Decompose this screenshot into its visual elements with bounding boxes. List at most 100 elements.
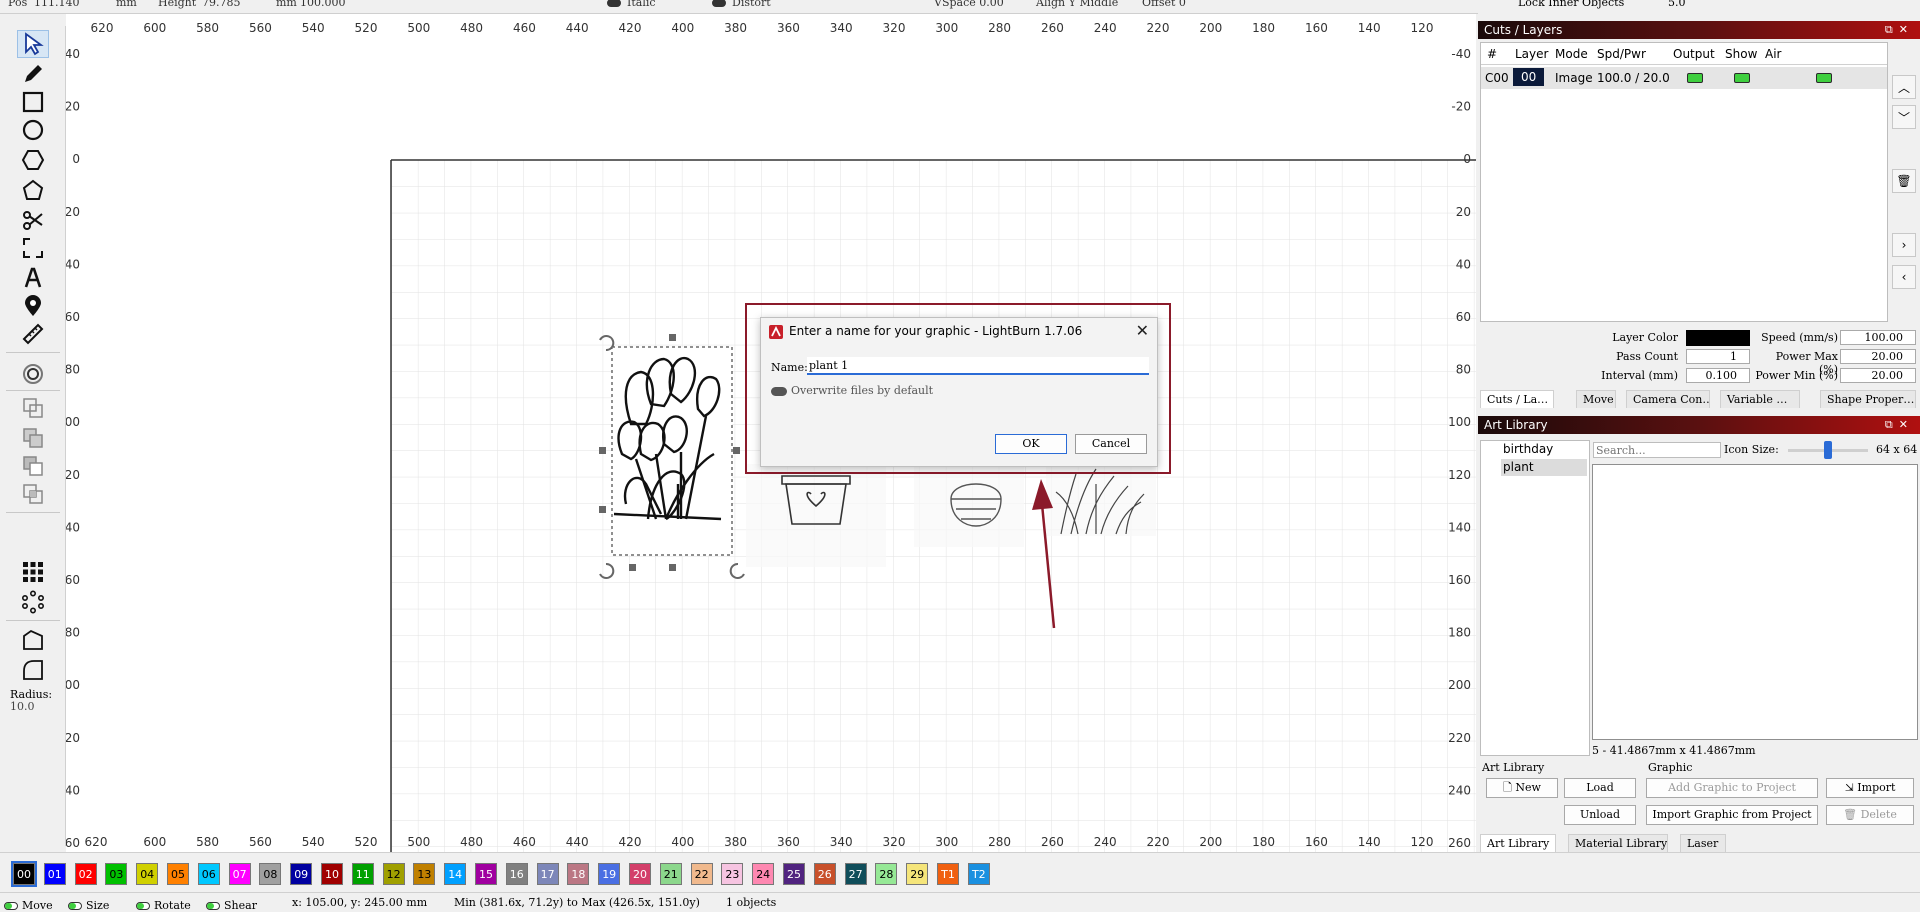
draw-lines-tool[interactable]: [17, 60, 49, 88]
layer-swatch[interactable]: 00: [1513, 68, 1545, 86]
basket-graphic[interactable]: [746, 464, 886, 567]
palette-swatch-12[interactable]: 12: [382, 863, 405, 885]
palette-swatch-T1[interactable]: T1: [937, 863, 959, 885]
palette-swatch-T2[interactable]: T2: [967, 863, 990, 885]
scale-value[interactable]: 100.000: [300, 0, 346, 9]
radius-input[interactable]: 10.0: [10, 700, 62, 714]
boolean-union-tool[interactable]: [17, 424, 49, 452]
vspace-label[interactable]: VSpace 0.00: [934, 0, 1004, 9]
tab-material-library[interactable]: Material Library: [1568, 834, 1668, 852]
cancel-button[interactable]: Cancel: [1075, 434, 1147, 454]
palette-swatch-08[interactable]: 08: [259, 863, 282, 885]
load-library-button[interactable]: Load: [1564, 778, 1636, 798]
move-layer-up-button[interactable]: ︿: [1892, 75, 1916, 99]
italic-toggle[interactable]: Italic: [607, 0, 656, 9]
fillet-tool[interactable]: [17, 656, 49, 684]
palette-swatch-22[interactable]: 22: [690, 863, 713, 885]
boolean-subtract-tool[interactable]: [17, 452, 49, 480]
palette-swatch-24[interactable]: 24: [752, 863, 775, 885]
height-value[interactable]: 79.785: [202, 0, 241, 9]
air-toggle[interactable]: [1816, 73, 1832, 83]
palette-swatch-18[interactable]: 18: [567, 863, 590, 885]
shear-toggle[interactable]: Shear: [206, 896, 257, 912]
palette-swatch-23[interactable]: 23: [721, 863, 744, 885]
wicker-basket-graphic[interactable]: [914, 464, 1024, 547]
tab-art-library[interactable]: Art Library: [1480, 834, 1556, 852]
tabs-tool[interactable]: [17, 234, 49, 262]
tab-move[interactable]: Move: [1576, 390, 1616, 408]
palette-swatch-00[interactable]: 00: [11, 861, 37, 887]
boolean-intersect-tool[interactable]: [17, 480, 49, 508]
art-search-input[interactable]: [1593, 442, 1721, 458]
tab-laser[interactable]: Laser: [1680, 834, 1726, 852]
dock-controls-icon[interactable]: ⧉✕: [1885, 416, 1914, 434]
palette-swatch-14[interactable]: 14: [444, 863, 467, 885]
rectangle-tool[interactable]: [17, 88, 49, 116]
weld-tool[interactable]: [17, 394, 49, 422]
prev-button[interactable]: ‹: [1892, 265, 1916, 289]
size-toggle[interactable]: Size: [68, 896, 109, 912]
edit-nodes-tool[interactable]: [17, 176, 49, 204]
overwrite-toggle[interactable]: Overwrite files by default: [771, 384, 933, 397]
palette-swatch-13[interactable]: 13: [413, 863, 436, 885]
import-from-project-button[interactable]: Import Graphic from Project: [1646, 805, 1818, 825]
tulip-graphic[interactable]: [599, 334, 745, 579]
palette-swatch-03[interactable]: 03: [105, 863, 128, 885]
close-icon[interactable]: ✕: [1136, 321, 1149, 340]
palette-swatch-11[interactable]: 11: [351, 863, 374, 885]
add-graphic-button[interactable]: Add Graphic to Project: [1646, 778, 1818, 798]
palette-swatch-19[interactable]: 19: [598, 863, 621, 885]
offset-shapes-tool[interactable]: [17, 360, 49, 388]
rotate-toggle[interactable]: Rotate: [136, 896, 191, 912]
palette-swatch-26[interactable]: 26: [813, 863, 836, 885]
cut-shapes-tool[interactable]: [17, 206, 49, 234]
show-toggle[interactable]: [1734, 73, 1750, 83]
list-item[interactable]: birthday: [1501, 441, 1587, 458]
pos-value[interactable]: 111.140: [34, 0, 80, 9]
ellipse-tool[interactable]: [17, 116, 49, 144]
tab-camera-control[interactable]: Camera Con…: [1626, 390, 1710, 408]
align-label[interactable]: Align Y Middle: [1036, 0, 1118, 9]
delete-graphic-button[interactable]: 🗑 Delete: [1826, 805, 1914, 825]
interval-input[interactable]: 0.100: [1686, 368, 1750, 383]
list-item[interactable]: plant: [1501, 459, 1587, 476]
icon-size-slider-handle[interactable]: [1824, 441, 1832, 459]
ok-button[interactable]: OK: [995, 434, 1067, 454]
name-input[interactable]: [807, 357, 1149, 375]
layer-color-swatch[interactable]: [1686, 330, 1750, 346]
import-button[interactable]: ⇲ Import: [1826, 778, 1914, 798]
lock-inner-objects-label[interactable]: Lock Inner Objects: [1518, 0, 1624, 9]
lock-value[interactable]: 5.0: [1668, 0, 1686, 9]
circular-array-tool[interactable]: [17, 588, 49, 616]
delete-layer-button[interactable]: 🗑: [1892, 169, 1916, 193]
new-library-button[interactable]: 🗋 New: [1486, 778, 1558, 798]
corner-tool[interactable]: [17, 626, 49, 654]
table-row[interactable]: C00 00 Image 100.0 / 20.0: [1481, 67, 1887, 89]
dock-controls-icon[interactable]: ⧉✕: [1885, 21, 1914, 39]
art-thumbnail-grid[interactable]: [1592, 464, 1918, 740]
power-max-input[interactable]: 20.00: [1840, 349, 1916, 364]
palette-swatch-04[interactable]: 04: [136, 863, 159, 885]
grass-graphic[interactable]: [1046, 464, 1156, 536]
unload-library-button[interactable]: Unload: [1564, 805, 1636, 825]
polygon-tool[interactable]: [17, 146, 49, 174]
move-layer-down-button[interactable]: ﹀: [1892, 105, 1916, 129]
next-button[interactable]: ›: [1892, 233, 1916, 257]
palette-swatch-16[interactable]: 16: [505, 863, 528, 885]
tab-cuts-layers[interactable]: Cuts / La…: [1480, 390, 1554, 408]
move-toggle[interactable]: Move: [4, 896, 53, 912]
palette-swatch-05[interactable]: 05: [167, 863, 189, 885]
palette-swatch-10[interactable]: 10: [321, 863, 343, 885]
palette-swatch-25[interactable]: 25: [783, 863, 805, 885]
palette-swatch-02[interactable]: 02: [74, 863, 97, 885]
palette-swatch-28[interactable]: 28: [875, 863, 898, 885]
measure-tool[interactable]: [17, 320, 49, 348]
palette-swatch-01[interactable]: 01: [43, 863, 66, 885]
distort-toggle[interactable]: Distort: [712, 0, 771, 9]
palette-swatch-17[interactable]: 17: [536, 863, 559, 885]
speed-input[interactable]: 100.00: [1840, 330, 1916, 345]
power-min-input[interactable]: 20.00: [1840, 368, 1916, 383]
tab-variable-text[interactable]: Variable …: [1720, 390, 1800, 408]
palette-swatch-06[interactable]: 06: [197, 863, 220, 885]
palette-swatch-15[interactable]: 15: [475, 863, 497, 885]
